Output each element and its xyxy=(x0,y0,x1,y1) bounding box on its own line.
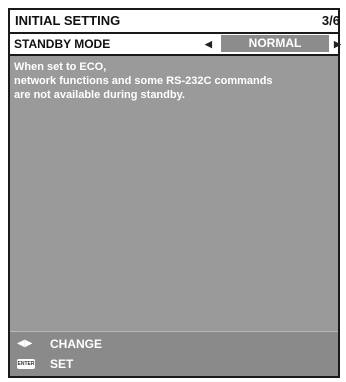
guide-change: ◀▶ CHANGE xyxy=(10,334,210,354)
standby-mode-row[interactable]: STANDBY MODE ◀ NORMAL ▶ xyxy=(10,34,341,56)
left-right-arrows-icon: ◀▶ xyxy=(17,338,33,349)
message-line: are not available during standby. xyxy=(14,89,185,101)
standby-info-message: When set to ECO, network functions and s… xyxy=(14,60,334,102)
guide-set: ENTER SET xyxy=(10,354,210,374)
change-label: CHANGE xyxy=(50,337,103,351)
enter-key-icon: ENTER xyxy=(17,359,35,369)
arrow-right-icon[interactable]: ▶ xyxy=(334,36,341,52)
message-line: network functions and some RS-232C comma… xyxy=(14,75,273,87)
operation-guide: ◀▶ CHANGE ENTER SET xyxy=(10,331,338,376)
page-indicator: 3/6 xyxy=(321,13,340,28)
message-line: When set to ECO, xyxy=(14,61,107,73)
set-label: SET xyxy=(50,357,74,371)
menu-title: INITIAL SETTING xyxy=(15,13,121,28)
osd-menu-screen: INITIAL SETTING 3/6 STANDBY MODE ◀ NORMA… xyxy=(8,8,341,378)
standby-mode-value[interactable]: NORMAL xyxy=(221,35,329,52)
menu-title-bar: INITIAL SETTING 3/6 xyxy=(10,10,340,34)
arrow-left-icon[interactable]: ◀ xyxy=(205,36,212,52)
standby-mode-label: STANDBY MODE xyxy=(14,37,111,51)
